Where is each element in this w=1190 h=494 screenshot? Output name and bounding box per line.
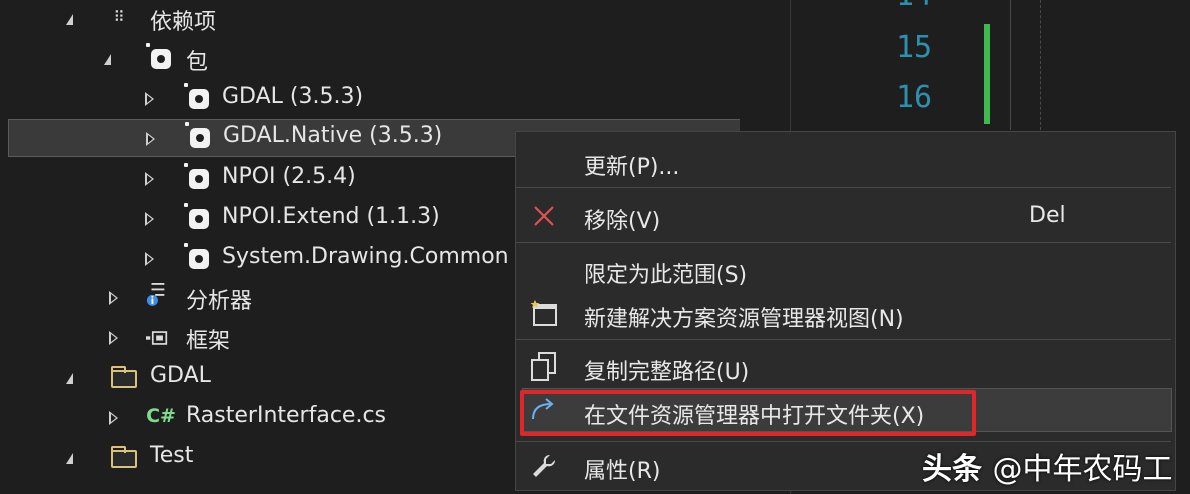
expanded-arrow-icon[interactable]: [66, 373, 73, 384]
tree-item-label: 依赖项: [150, 10, 217, 35]
package-icon: [184, 83, 210, 110]
collapsed-arrow-icon[interactable]: [146, 131, 157, 147]
collapsed-arrow-icon[interactable]: [145, 251, 156, 267]
menu-item-label: 限定为此范围(S): [584, 263, 748, 288]
menu-item-label: 新建解决方案资源管理器视图(N): [584, 307, 904, 332]
package-icon: [184, 163, 210, 190]
tree-item-label: Test: [150, 443, 194, 468]
tree-item-package[interactable]: GDAL (3.5.3): [0, 80, 740, 118]
menu-item-label: 复制完整路径(U): [584, 360, 750, 385]
tree-item-dependencies[interactable]: ⠿ 依赖项: [0, 0, 740, 38]
folder-icon: [110, 446, 138, 470]
watermark-brand: 头条: [922, 452, 982, 487]
csharp-file-icon: C#: [146, 405, 176, 427]
remove-x-icon: [528, 200, 560, 232]
tree-item-label: GDAL (3.5.3): [222, 84, 364, 109]
menu-separator: [516, 242, 1171, 243]
line-number: 16: [896, 80, 933, 115]
collapsed-arrow-icon[interactable]: [109, 290, 120, 306]
tree-item-label: GDAL.Native (3.5.3): [223, 123, 443, 148]
menu-separator: [516, 339, 1171, 340]
watermark: 头条 @中年农码工: [922, 444, 1172, 488]
expanded-arrow-icon[interactable]: [104, 54, 111, 65]
collapsed-arrow-icon[interactable]: [109, 410, 120, 426]
change-indicator-bar: [984, 24, 990, 124]
menu-item-new-explorer-view[interactable]: 新建解决方案资源管理器视图(N): [516, 292, 1175, 336]
analyzer-icon: [146, 283, 168, 306]
tree-item-label: NPOI (2.5.4): [222, 164, 356, 189]
menu-item-remove[interactable]: 移除(V) Del: [516, 194, 1175, 238]
package-icon: [184, 243, 210, 270]
package-icon: [146, 43, 172, 70]
tree-item-label: NPOI.Extend (1.1.3): [222, 204, 440, 229]
dependencies-icon: ⠿: [113, 8, 125, 26]
framework-icon: [146, 327, 168, 349]
tree-item-label: GDAL: [150, 363, 211, 388]
line-number: 15: [896, 30, 933, 65]
editor-guide-line: [1010, 0, 1011, 130]
tree-item-label: RasterInterface.cs: [186, 403, 386, 428]
collapsed-arrow-icon[interactable]: [145, 91, 156, 107]
menu-item-copy-full-path[interactable]: 复制完整路径(U): [516, 345, 1175, 389]
folder-icon: [110, 366, 138, 390]
menu-item-update[interactable]: 更新(P)...: [516, 140, 1175, 184]
line-number: 14: [896, 0, 932, 13]
watermark-handle: @中年农码工: [992, 452, 1173, 487]
expanded-arrow-icon[interactable]: [66, 453, 73, 464]
copy-icon: [528, 351, 560, 383]
menu-item-scope-to-this[interactable]: 限定为此范围(S): [516, 248, 1175, 292]
collapsed-arrow-icon[interactable]: [145, 171, 156, 187]
tree-item-packages[interactable]: 包: [0, 40, 740, 78]
indent-guide: [1040, 0, 1042, 130]
package-icon: [185, 122, 211, 149]
package-icon: [184, 203, 210, 230]
context-menu: 更新(P)... 移除(V) Del 限定为此范围(S) 新建解决方案资源管理器…: [515, 131, 1176, 491]
tree-item-label: 分析器: [186, 289, 253, 314]
menu-item-shortcut: Del: [1029, 203, 1066, 228]
menu-item-label: 移除(V): [584, 209, 661, 234]
tree-item-label: 包: [186, 50, 209, 75]
collapsed-arrow-icon[interactable]: [109, 330, 120, 346]
menu-item-label: 属性(R): [584, 459, 661, 484]
expanded-arrow-icon[interactable]: [66, 14, 73, 25]
menu-separator: [516, 441, 1171, 442]
tree-item-label: 框架: [186, 329, 231, 354]
tree-item-label: System.Drawing.Common: [222, 244, 509, 269]
menu-item-label: 更新(P)...: [584, 155, 680, 180]
collapsed-arrow-icon[interactable]: [145, 211, 156, 227]
wrench-icon: [528, 450, 560, 482]
highlight-annotation-box: [520, 390, 976, 436]
menu-separator: [516, 187, 1171, 188]
new-view-icon: [528, 298, 560, 330]
